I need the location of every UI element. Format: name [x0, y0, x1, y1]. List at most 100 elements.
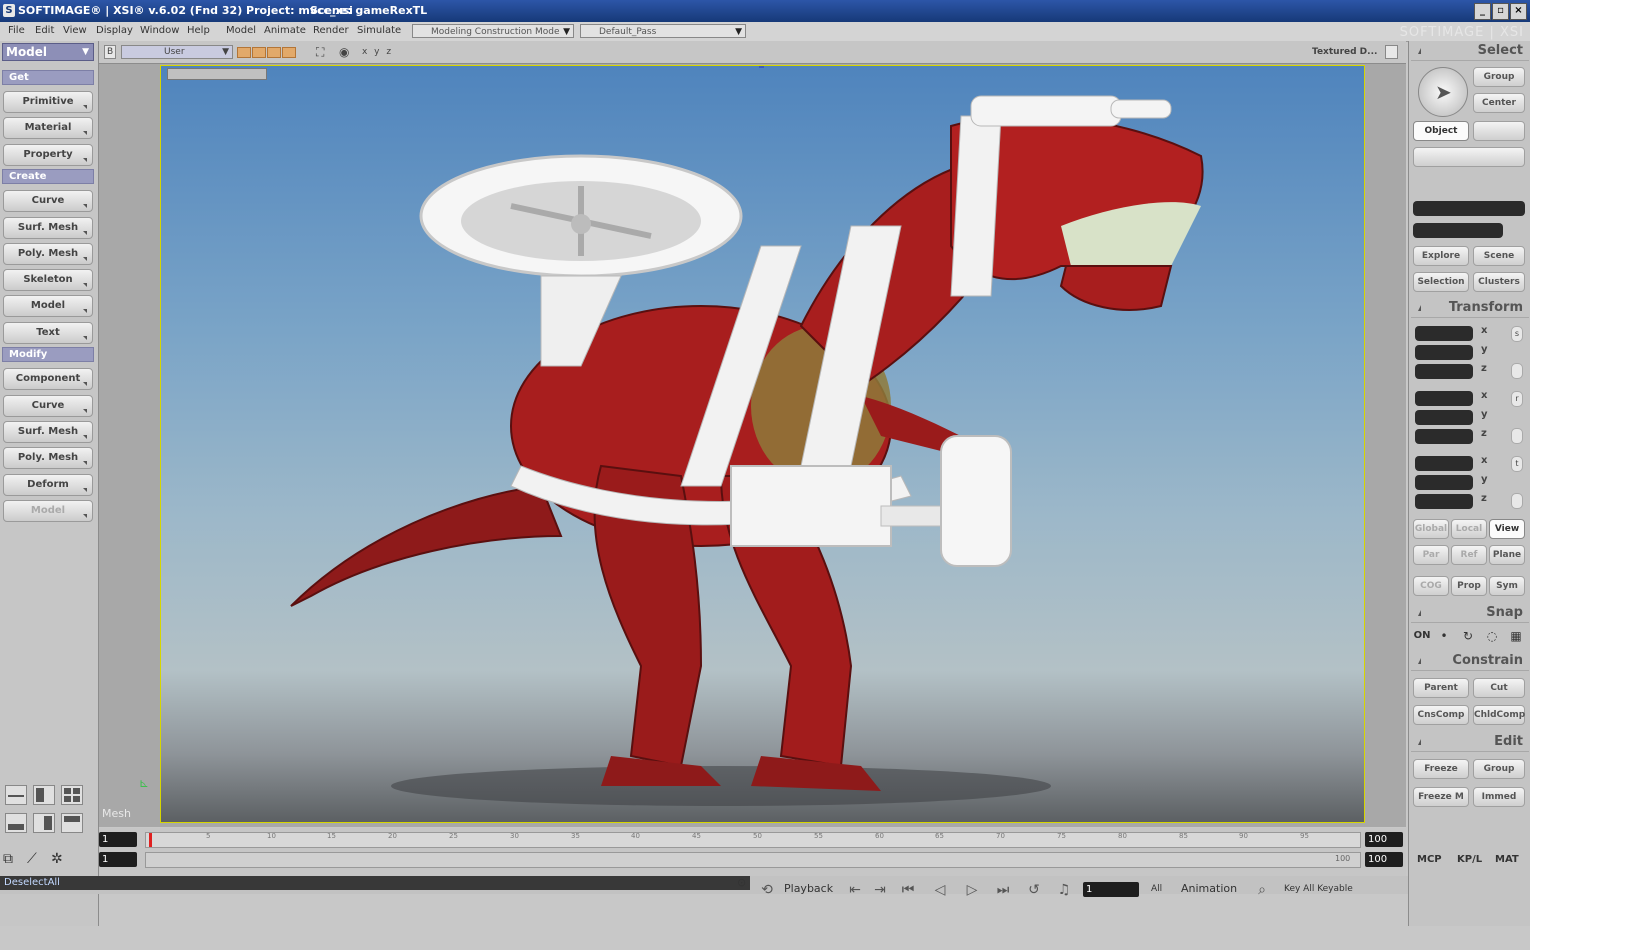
- menu-window[interactable]: Window: [140, 25, 179, 36]
- axis-y-label[interactable]: y: [1481, 344, 1488, 355]
- skip-back-icon[interactable]: ⏮: [898, 880, 918, 900]
- view-button[interactable]: View: [1489, 519, 1525, 539]
- axis-z-label[interactable]: z: [1481, 363, 1487, 374]
- command-dropdown-icon[interactable]: ⊙: [737, 876, 746, 889]
- scale-x-field[interactable]: [1415, 326, 1473, 341]
- view-toggle-icon[interactable]: [237, 47, 251, 58]
- scale-lock-icon[interactable]: [1511, 363, 1523, 379]
- edit-header[interactable]: Edit: [1411, 732, 1529, 752]
- maximize-button[interactable]: ▫: [1492, 3, 1509, 20]
- create-curve-button[interactable]: Curve: [3, 190, 93, 212]
- menu-edit[interactable]: Edit: [35, 25, 54, 36]
- rotate-x-field[interactable]: [1415, 391, 1473, 406]
- view-toggle-icon[interactable]: [282, 47, 296, 58]
- last-frame-icon[interactable]: ⇥: [870, 880, 890, 900]
- step-back-icon[interactable]: ◁: [930, 880, 950, 900]
- camera-select[interactable]: User ▼: [121, 45, 233, 59]
- rotate-y-field[interactable]: [1415, 410, 1473, 425]
- modify-model-button[interactable]: Model: [3, 500, 93, 522]
- pass-select[interactable]: Default_Pass ▼: [580, 24, 746, 38]
- select-filter-button[interactable]: [1473, 121, 1525, 141]
- range-slider[interactable]: [145, 852, 1361, 868]
- menu-simulate[interactable]: Simulate: [357, 25, 401, 36]
- snap-surfaces-icon[interactable]: ◌: [1483, 627, 1501, 645]
- modify-poly-mesh-button[interactable]: Poly. Mesh: [3, 447, 93, 469]
- modify-surf-mesh-button[interactable]: Surf. Mesh: [3, 421, 93, 443]
- create-poly-mesh-button[interactable]: Poly. Mesh: [3, 243, 93, 265]
- rotate-lock-icon[interactable]: [1511, 428, 1523, 444]
- all-button[interactable]: All: [1151, 879, 1162, 899]
- modify-curve-button[interactable]: Curve: [3, 395, 93, 417]
- freeze-m-button[interactable]: Freeze M: [1413, 787, 1469, 807]
- selection-filter-field[interactable]: [1413, 223, 1503, 238]
- create-surf-mesh-button[interactable]: Surf. Mesh: [3, 217, 93, 239]
- rotate-tool-button[interactable]: r: [1511, 391, 1523, 407]
- global-button[interactable]: Global: [1413, 519, 1449, 539]
- close-button[interactable]: ×: [1510, 3, 1527, 20]
- ref-button[interactable]: Ref: [1451, 545, 1487, 565]
- menu-display[interactable]: Display: [96, 25, 133, 36]
- constrain-header[interactable]: Constrain: [1411, 651, 1529, 671]
- scale-y-field[interactable]: [1415, 345, 1473, 360]
- selection-name-field[interactable]: [1413, 201, 1525, 216]
- select-arrow-button[interactable]: ➤: [1418, 67, 1468, 117]
- command-line[interactable]: DeselectAll: [0, 876, 750, 890]
- key-all-keyable-label[interactable]: Key All Keyable: [1284, 879, 1353, 899]
- menu-view[interactable]: View: [63, 25, 87, 36]
- section-get[interactable]: Get: [2, 70, 94, 85]
- cnscomp-button[interactable]: CnsComp: [1413, 705, 1469, 725]
- construction-mode-select[interactable]: Modeling Construction Mode ▼: [412, 24, 574, 38]
- section-create[interactable]: Create: [2, 169, 94, 184]
- maximize-viewport-icon[interactable]: [1385, 45, 1398, 59]
- menu-render[interactable]: Render: [313, 25, 349, 36]
- minimize-button[interactable]: _: [1474, 3, 1491, 20]
- cog-button[interactable]: COG: [1413, 576, 1449, 596]
- axis-y-label[interactable]: y: [1481, 474, 1488, 485]
- childcomp-button[interactable]: ChldComp: [1473, 705, 1525, 725]
- modify-component-button[interactable]: Component: [3, 368, 93, 390]
- select-header[interactable]: Select: [1411, 41, 1529, 61]
- snap-points-icon[interactable]: •: [1435, 627, 1453, 645]
- animation-menu[interactable]: Animation: [1181, 879, 1237, 899]
- create-text-button[interactable]: Text: [3, 322, 93, 344]
- module-select[interactable]: Model ▼: [2, 43, 94, 61]
- local-button[interactable]: Local: [1451, 519, 1487, 539]
- axes-label[interactable]: x y z: [362, 47, 393, 57]
- menu-help[interactable]: Help: [187, 25, 210, 36]
- translate-lock-icon[interactable]: [1511, 493, 1523, 509]
- start-frame-field[interactable]: 1: [99, 832, 137, 847]
- snap-curves-icon[interactable]: ↻: [1459, 627, 1477, 645]
- translate-tool-button[interactable]: t: [1511, 456, 1523, 472]
- edge-tool-icon[interactable]: ⟋: [27, 851, 49, 871]
- scale-z-field[interactable]: [1415, 364, 1473, 379]
- loop-icon[interactable]: ⟲: [757, 880, 777, 900]
- current-frame-field[interactable]: 1: [1083, 882, 1139, 897]
- select-center-button[interactable]: Center: [1473, 93, 1525, 113]
- clusters-button[interactable]: Clusters: [1473, 272, 1525, 292]
- frame-edge-handle[interactable]: [1364, 238, 1365, 266]
- tab-mcp[interactable]: MCP: [1417, 854, 1442, 865]
- layout-split-horizontal-icon[interactable]: [5, 785, 27, 805]
- sym-button[interactable]: Sym: [1489, 576, 1525, 596]
- get-primitive-button[interactable]: Primitive: [3, 91, 93, 113]
- cut-button[interactable]: Cut: [1473, 678, 1525, 698]
- transform-tool-icon[interactable]: ⧉: [3, 851, 25, 871]
- scale-tool-button[interactable]: s: [1511, 326, 1523, 342]
- display-mode-select[interactable]: Textured D...: [1312, 47, 1377, 57]
- axis-y-label[interactable]: y: [1481, 409, 1488, 420]
- end-frame-field[interactable]: 100: [1365, 832, 1403, 847]
- create-model-button[interactable]: Model: [3, 295, 93, 317]
- parent-button[interactable]: Parent: [1413, 678, 1469, 698]
- eye-icon[interactable]: ◉: [339, 45, 349, 59]
- explore-button[interactable]: Explore: [1413, 246, 1469, 266]
- axis-z-label[interactable]: z: [1481, 493, 1487, 504]
- axis-x-label[interactable]: x: [1481, 455, 1487, 466]
- section-modify[interactable]: Modify: [2, 347, 94, 362]
- get-material-button[interactable]: Material: [3, 117, 93, 139]
- layout-four-view-icon[interactable]: [61, 813, 83, 833]
- view-toggle-icon[interactable]: [267, 47, 281, 58]
- prop-button[interactable]: Prop: [1451, 576, 1487, 596]
- snap-header[interactable]: Snap: [1411, 603, 1529, 623]
- first-frame-icon[interactable]: ⇤: [845, 880, 865, 900]
- 3d-viewport[interactable]: ‹: [160, 65, 1365, 823]
